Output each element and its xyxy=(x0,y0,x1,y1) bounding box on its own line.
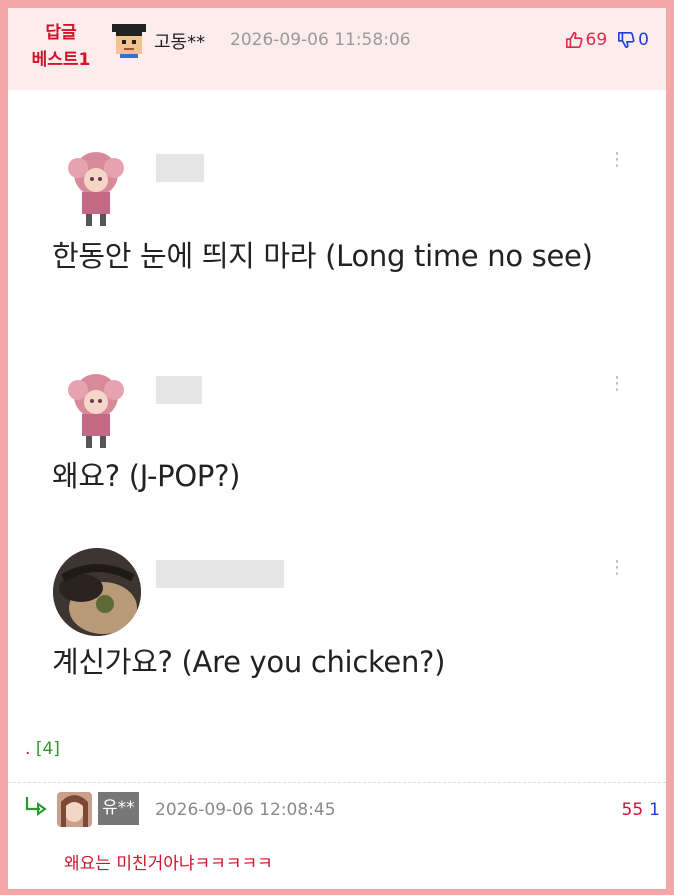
tweet-author-name xyxy=(156,154,204,182)
reply-text: 왜요는 미친거아냐ㅋㅋㅋㅋㅋ xyxy=(64,854,273,874)
reply-downvote-count[interactable]: 1 xyxy=(649,800,660,820)
divider xyxy=(8,782,666,783)
tweet-author-name xyxy=(156,376,202,404)
image-count: . [4] xyxy=(25,739,60,759)
more-vertical-icon[interactable]: ⋮ xyxy=(608,375,626,393)
tweet-text: 계신가요? (Are you chicken?) xyxy=(52,645,446,679)
upvote-count: 69 xyxy=(585,30,608,50)
downvote-count: 0 xyxy=(638,30,649,50)
best-badge-line2: 베스트1 xyxy=(31,50,91,70)
more-vertical-icon[interactable]: ⋮ xyxy=(608,151,626,169)
photo-avatar xyxy=(53,548,141,636)
reply-avatar xyxy=(57,792,92,827)
comment-author[interactable]: 고동** xyxy=(154,28,205,54)
reply-author-name: 유** xyxy=(102,798,135,818)
comment-timestamp: 2026-09-06 11:58:06 xyxy=(230,30,411,50)
tweet-text: 왜요? (J-POP?) xyxy=(52,459,241,493)
thumbs-up-icon xyxy=(565,31,583,49)
anime-avatar-icon xyxy=(68,374,124,448)
more-vertical-icon[interactable]: ⋮ xyxy=(608,559,626,577)
user-photo-icon xyxy=(57,792,92,827)
best-reply-badge: 답글 베스트1 xyxy=(22,20,100,74)
tweet-author-name xyxy=(156,560,284,588)
best-badge-line1: 답글 xyxy=(45,23,77,43)
embedded-image: ⋮ 한동안 눈에 띄지 마라 (Long time no see) ⋮ 왜요? … xyxy=(8,90,666,730)
upvote-button[interactable]: 69 xyxy=(565,30,608,50)
reply-arrow-icon xyxy=(25,797,47,816)
best-comment-header: 답글 베스트1 고동** 2026-09-06 11:58:06 69 0 xyxy=(8,8,666,90)
anime-avatar-icon xyxy=(68,152,124,226)
reply-votes: 55 1 xyxy=(622,800,660,820)
comment-votes: 69 0 xyxy=(565,30,649,50)
reply-upvote-count[interactable]: 55 xyxy=(622,800,644,820)
thumbs-down-icon xyxy=(618,31,635,49)
image-count-value: [4] xyxy=(35,739,60,759)
user-level-icon xyxy=(112,24,146,58)
downvote-button[interactable]: 0 xyxy=(617,30,649,50)
reply-author[interactable]: 유** xyxy=(98,792,139,825)
tweet-text: 한동안 눈에 띄지 마라 (Long time no see) xyxy=(52,239,593,273)
photo-avatar-image xyxy=(53,548,141,636)
comment-frame: 답글 베스트1 고동** 2026-09-06 11:58:06 69 0 ⋮ … xyxy=(0,0,674,895)
image-count-prefix: . xyxy=(25,739,31,759)
reply-timestamp: 2026-09-06 12:08:45 xyxy=(155,800,336,820)
